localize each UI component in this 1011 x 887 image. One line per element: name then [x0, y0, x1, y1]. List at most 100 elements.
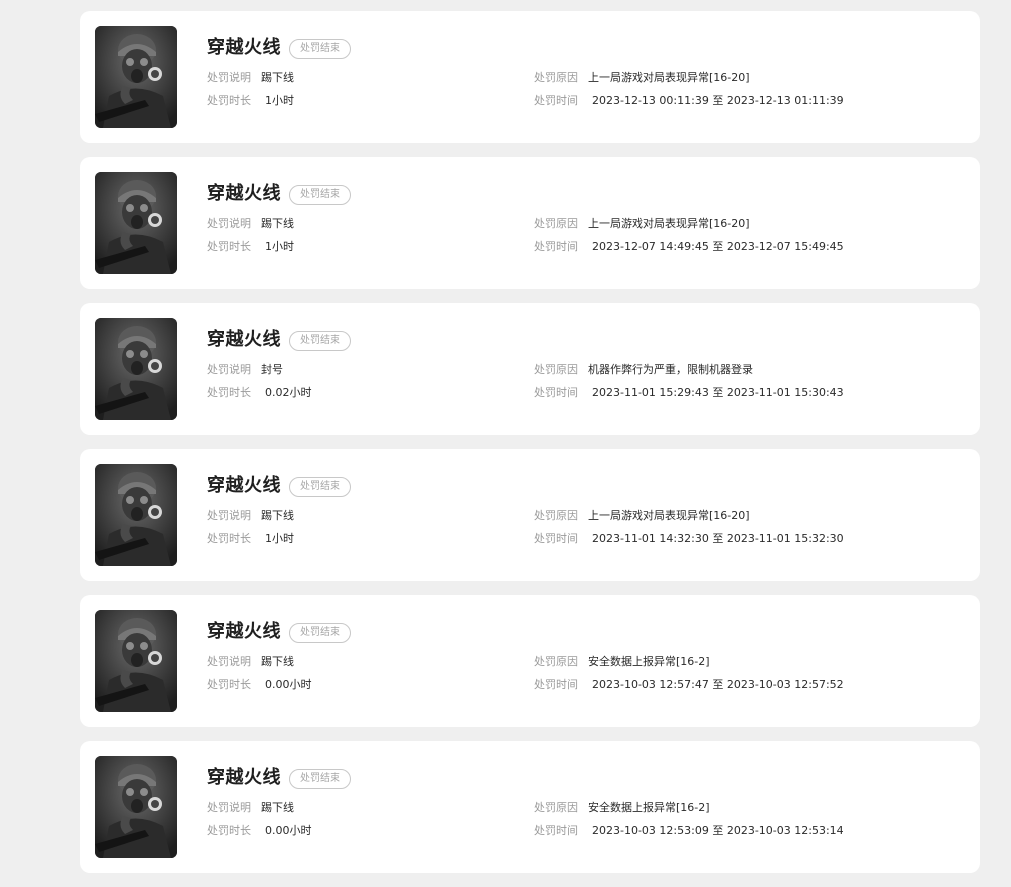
game-avatar [95, 318, 177, 420]
time-start: 2023-12-07 14:49:45 [592, 240, 709, 253]
punishment-duration: 处罚时长 1小时 [207, 94, 294, 108]
punishment-desc: 处罚说明 踢下线 [207, 801, 294, 815]
reason-value: 安全数据上报异常[16-2] [588, 801, 710, 814]
punishment-desc: 处罚说明 踢下线 [207, 509, 294, 523]
time-start: 2023-11-01 14:32:30 [592, 532, 709, 545]
soldier-gas-mask-icon [95, 464, 177, 566]
game-avatar [95, 464, 177, 566]
soldier-gas-mask-icon [95, 172, 177, 274]
desc-label: 处罚说明 [207, 801, 251, 814]
reason-label: 处罚原因 [534, 217, 578, 230]
time-label: 处罚时间 [534, 678, 578, 691]
punishment-duration: 处罚时长 0.00小时 [207, 824, 312, 838]
duration-label: 处罚时长 [207, 824, 251, 837]
punishment-card-6: 穿越火线 处罚结束 处罚说明 踢下线 处罚时长 0.00小时 处罚原因 安全数据上报异… [80, 741, 980, 873]
game-title: 穿越火线 [207, 621, 281, 642]
duration-value: 0.00小时 [265, 824, 312, 837]
punishment-time: 处罚时间 2023-10-03 12:53:09 至 2023-10-03 12:… [534, 824, 844, 838]
time-value: 2023-10-03 12:57:47 至 2023-10-03 12:57:5… [592, 678, 844, 691]
time-end: 2023-12-13 01:11:39 [726, 94, 844, 107]
duration-label: 处罚时长 [207, 678, 251, 691]
time-to: 至 [712, 94, 724, 107]
reason-label: 处罚原因 [534, 655, 578, 668]
time-to: 至 [712, 532, 724, 545]
duration-label: 处罚时长 [207, 386, 251, 399]
status-badge: 处罚结束 [289, 331, 351, 351]
punishment-desc: 处罚说明 踢下线 [207, 71, 294, 85]
game-title: 穿越火线 [207, 475, 281, 496]
punishment-time: 处罚时间 2023-12-07 14:49:45 至 2023-12-07 15:… [534, 240, 844, 254]
desc-value: 踢下线 [261, 509, 294, 522]
time-label: 处罚时间 [534, 94, 578, 107]
game-avatar [95, 26, 177, 128]
time-start: 2023-10-03 12:53:09 [592, 824, 709, 837]
time-to: 至 [712, 678, 724, 691]
time-label: 处罚时间 [534, 240, 578, 253]
soldier-gas-mask-icon [95, 610, 177, 712]
punishment-duration: 处罚时长 0.00小时 [207, 678, 312, 692]
punishment-desc: 处罚说明 封号 [207, 363, 283, 377]
desc-label: 处罚说明 [207, 71, 251, 84]
desc-label: 处罚说明 [207, 363, 251, 376]
reason-label: 处罚原因 [534, 363, 578, 376]
game-title: 穿越火线 [207, 37, 281, 58]
punishment-card-5: 穿越火线 处罚结束 处罚说明 踢下线 处罚时长 0.00小时 处罚原因 安全数据上报异… [80, 595, 980, 727]
reason-value: 上一局游戏对局表现异常[16-20] [588, 217, 750, 230]
reason-value: 安全数据上报异常[16-2] [588, 655, 710, 668]
desc-value: 踢下线 [261, 217, 294, 230]
game-title: 穿越火线 [207, 183, 281, 204]
soldier-gas-mask-icon [95, 26, 177, 128]
punishment-reason: 处罚原因 安全数据上报异常[16-2] [534, 655, 710, 669]
duration-value: 1小时 [265, 94, 294, 107]
duration-value: 1小时 [265, 532, 294, 545]
duration-value: 0.02小时 [265, 386, 312, 399]
desc-value: 封号 [261, 363, 283, 376]
punishment-time: 处罚时间 2023-11-01 14:32:30 至 2023-11-01 15:… [534, 532, 844, 546]
time-value: 2023-10-03 12:53:09 至 2023-10-03 12:53:1… [592, 824, 844, 837]
time-value: 2023-12-13 00:11:39 至 2023-12-13 01:11:3… [592, 94, 844, 107]
time-start: 2023-12-13 00:11:39 [592, 94, 709, 107]
game-avatar [95, 756, 177, 858]
soldier-gas-mask-icon [95, 318, 177, 420]
status-badge: 处罚结束 [289, 185, 351, 205]
desc-label: 处罚说明 [207, 655, 251, 668]
time-end: 2023-11-01 15:30:43 [726, 386, 844, 399]
reason-label: 处罚原因 [534, 801, 578, 814]
duration-label: 处罚时长 [207, 94, 251, 107]
soldier-gas-mask-icon [95, 756, 177, 858]
status-badge: 处罚结束 [289, 39, 351, 59]
game-title: 穿越火线 [207, 329, 281, 350]
punishment-card-4: 穿越火线 处罚结束 处罚说明 踢下线 处罚时长 1小时 处罚原因 上一局游戏对局表现异… [80, 449, 980, 581]
punishment-time: 处罚时间 2023-12-13 00:11:39 至 2023-12-13 01:… [534, 94, 844, 108]
time-end: 2023-10-03 12:53:14 [726, 824, 844, 837]
time-to: 至 [712, 824, 724, 837]
time-end: 2023-12-07 15:49:45 [726, 240, 844, 253]
punishment-duration: 处罚时长 1小时 [207, 532, 294, 546]
punishment-time: 处罚时间 2023-11-01 15:29:43 至 2023-11-01 15:… [534, 386, 844, 400]
game-title: 穿越火线 [207, 767, 281, 788]
desc-label: 处罚说明 [207, 509, 251, 522]
duration-value: 0.00小时 [265, 678, 312, 691]
reason-label: 处罚原因 [534, 509, 578, 522]
punishment-card-3: 穿越火线 处罚结束 处罚说明 封号 处罚时长 0.02小时 处罚原因 机器作弊行为严重… [80, 303, 980, 435]
time-start: 2023-11-01 15:29:43 [592, 386, 709, 399]
reason-label: 处罚原因 [534, 71, 578, 84]
punishment-reason: 处罚原因 上一局游戏对局表现异常[16-20] [534, 509, 750, 523]
reason-value: 上一局游戏对局表现异常[16-20] [588, 71, 750, 84]
punishment-time: 处罚时间 2023-10-03 12:57:47 至 2023-10-03 12:… [534, 678, 844, 692]
punishment-reason: 处罚原因 安全数据上报异常[16-2] [534, 801, 710, 815]
punishment-list: 穿越火线 处罚结束 处罚说明 踢下线 处罚时长 1小时 处罚原因 上一局游戏对局表现异… [80, 11, 980, 887]
duration-label: 处罚时长 [207, 240, 251, 253]
time-value: 2023-12-07 14:49:45 至 2023-12-07 15:49:4… [592, 240, 844, 253]
punishment-desc: 处罚说明 踢下线 [207, 217, 294, 231]
desc-value: 踢下线 [261, 655, 294, 668]
punishment-card-2: 穿越火线 处罚结束 处罚说明 踢下线 处罚时长 1小时 处罚原因 上一局游戏对局表现异… [80, 157, 980, 289]
punishment-reason: 处罚原因 机器作弊行为严重，限制机器登录 [534, 363, 753, 377]
time-label: 处罚时间 [534, 824, 578, 837]
time-end: 2023-11-01 15:32:30 [726, 532, 844, 545]
game-avatar [95, 610, 177, 712]
punishment-reason: 处罚原因 上一局游戏对局表现异常[16-20] [534, 217, 750, 231]
duration-label: 处罚时长 [207, 532, 251, 545]
desc-label: 处罚说明 [207, 217, 251, 230]
status-badge: 处罚结束 [289, 769, 351, 789]
